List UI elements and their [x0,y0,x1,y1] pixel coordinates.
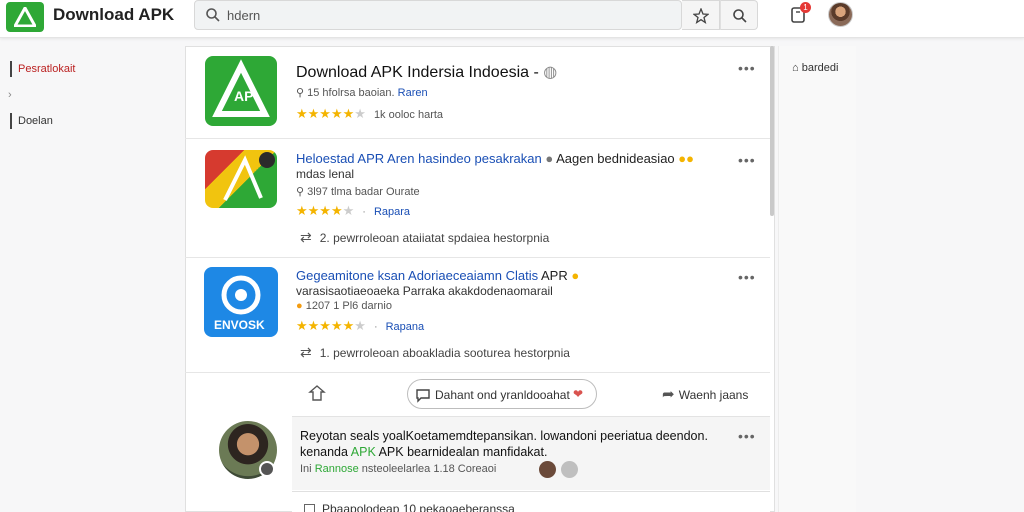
notification-badge: 1 [800,2,811,13]
svg-text:AP: AP [234,88,253,104]
share-text-2: pewrroleoan ataiiatat spdaiea hestorpnia [333,231,550,245]
app-meta-3-text: 1207 1 Pl6 darnio [305,300,392,312]
app-meta-1-text: 15 hfolrsa baoian. [307,87,395,99]
app-desc-2: mdas lenal [296,167,355,181]
app-title-3-link: Gegeamitone ksan Adoriaeceaiamn Clatis [296,268,539,283]
app-meta-1: ⚲ 15 hfolrsa baoian. Raren [296,86,428,99]
emoji-icon: ●● [678,151,695,166]
status-dot-icon: ● [296,300,306,312]
app-meta-2-text: 3l97 tlma badar Ourate [307,186,420,198]
comment-meta-prefix: Ini [300,463,312,475]
rating-text-2: Rapara [373,206,411,218]
app-title-1[interactable]: Download APK Indersia Indoesia - ◍ [296,62,557,82]
rating-text-1: 1k ooloc harta [373,109,444,121]
heart-icon: ❤ [573,387,584,401]
rating-stars-1: ★★★★★★ 1k ooloc harta [296,106,444,121]
comment-icon [416,389,430,403]
location-icon: ⚲ [296,87,308,99]
sidebar-marker [10,113,12,129]
chevron-right-icon[interactable]: › [8,89,12,101]
star-icon [693,8,709,24]
search-icon [733,9,747,23]
app-meta-2: ⚲ 3l97 tlma badar Ourate [296,185,420,198]
more-options-icon[interactable]: ••• [738,269,756,285]
sidebar-active-marker [10,61,12,77]
comment-button-label: Dahant ond yranldooahat [435,388,570,402]
comment-meta-link[interactable]: Rannose [315,463,359,475]
app-title-1-text: Download APK Indersia Indoesia - [296,64,539,81]
divider [185,372,770,373]
app-icon-3[interactable]: ENVOSK [204,267,278,337]
share-icon: ➦ [662,386,679,403]
status-icon [259,461,275,477]
app-meta-3: ● 1207 1 Pl6 darnio [296,300,392,312]
right-panel-item[interactable]: ⌂ bardedi [792,62,838,74]
comment-text-line2: kenanda APK APK bearnidealan manfidakat. [300,445,547,459]
checkbox[interactable] [304,504,315,512]
comment-button[interactable]: Dahant ond yranldooahat ❤ [407,379,597,409]
rating-stars-2: ★★★★★ · Rapara [296,203,411,218]
share-text-3: pewrroleoan aboakladia sooturea hestorpn… [333,346,570,360]
share-arrow-icon: ⇄ [300,229,312,245]
comment-meta-rest: nsteoleelarlea 1.18 Coreaoi [361,463,497,475]
comment-line2-link[interactable]: APK [351,445,376,459]
bottom-text: Pbaapolodeap 10 pekaoaeberanssa [322,502,515,512]
app-title-3[interactable]: Gegeamitone ksan Adoriaeceaiamn Clatis A… [296,268,579,283]
right-panel [778,46,856,512]
divider [185,138,770,139]
divider [185,257,770,258]
bell-icon: ⌂ [792,62,802,74]
app-desc-3: varasisaotiaeoaeka Parraka akakdodenaoma… [296,284,553,298]
app-title-3-rest: APR [541,268,568,283]
share-row-2[interactable]: ⇄ 2. pewrroleoan ataiiatat spdaiea hestor… [300,229,549,246]
more-options-icon[interactable]: ••• [738,428,756,444]
app-title-2-link: Heloestad APR Aren hasindeo pesakrakan [296,151,542,166]
share-count-3: 1. [319,346,330,360]
rating-stars-3: ★★★★★★ · Rapana [296,318,425,333]
app-title-2-rest: Aagen bednideasiao [556,151,675,166]
reactor-avatar[interactable] [539,461,556,478]
app-logo[interactable] [6,2,44,32]
site-brand-title[interactable]: Download APK [53,5,174,25]
more-options-icon[interactable]: ••• [738,152,756,168]
avatar-icon: ● [545,151,554,166]
comment-line2-rest: APK bearnidealan manfidakat. [378,445,548,459]
comment-text-line1: Reyotan seals yoalKoetamemdtepansikan. l… [300,429,708,443]
rating-text-3: Rapana [385,321,425,333]
app-title-2[interactable]: Heloestad APR Aren hasindeo pesakrakan ●… [296,151,694,166]
sidebar-item-1[interactable]: Pesratlokait [18,63,75,75]
favorite-button[interactable] [682,0,720,30]
share-button[interactable]: ➦ Waenh jaans [662,385,748,403]
share-button-label: Waenh jaans [678,388,749,402]
more-options-icon[interactable]: ••• [738,60,756,76]
search-value: hdern [227,8,261,23]
globe-icon: ◍ [543,64,558,81]
sidebar-item-2[interactable]: Doelan [18,115,53,127]
svg-text:ENVOSK: ENVOSK [214,318,265,332]
scrollbar[interactable] [770,46,774,216]
location-icon: ⚲ [296,186,308,198]
app-icon-1[interactable]: AP [205,56,277,126]
comment-line2-prefix: kenanda [300,445,348,459]
app-icon-2[interactable] [205,150,277,208]
search-input[interactable]: hdern [194,0,682,30]
right-panel-label: bardedi [801,62,839,74]
share-count-2: 2. [319,231,330,245]
share-row-3[interactable]: ⇄ 1. pewrroleoan aboakladia sooturea hest… [300,344,570,361]
user-avatar[interactable] [828,2,853,27]
reactor-avatar[interactable] [561,461,578,478]
top-header: Download APK hdern 1 [0,0,1024,38]
upload-icon[interactable] [308,384,326,407]
share-arrow-icon: ⇄ [300,344,312,360]
emoji-icon: ● [571,268,580,283]
comment-meta: Ini Rannose nsteoleelarlea 1.18 Coreaoi [300,463,496,475]
search-button[interactable] [720,0,758,30]
app-meta-1-link[interactable]: Raren [398,87,428,99]
search-icon [206,8,220,22]
